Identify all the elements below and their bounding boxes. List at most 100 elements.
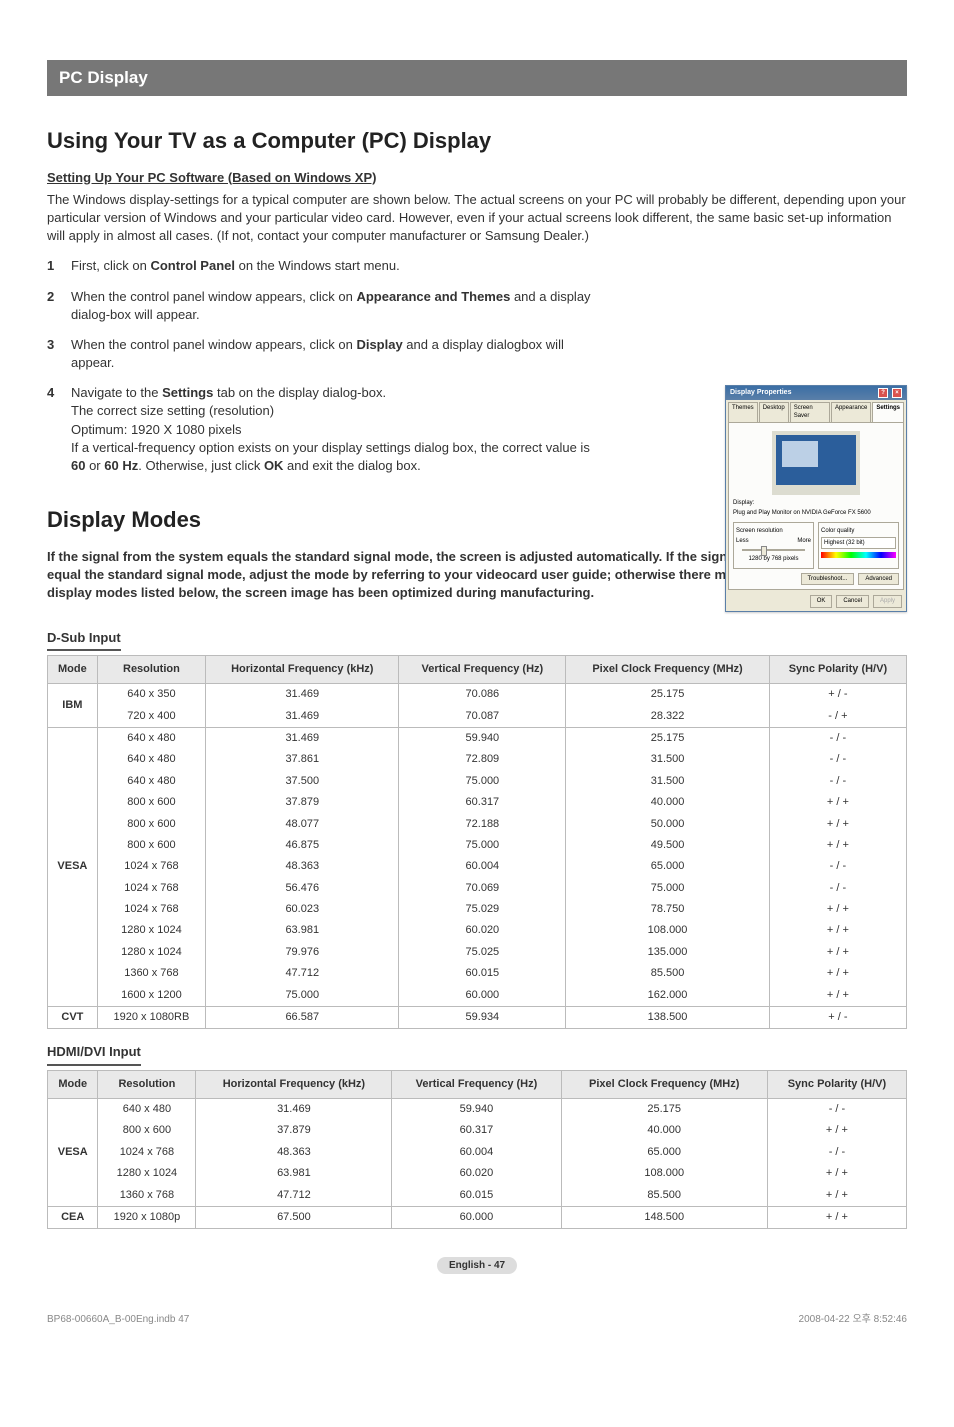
table-row: 800 x 60037.87960.31740.000+ / + (48, 792, 907, 813)
step-number: 3 (47, 336, 71, 372)
step: 4Navigate to the Settings tab on the dis… (47, 384, 607, 475)
cell: 60.317 (399, 792, 566, 813)
table-row: VESA640 x 48031.46959.94025.175- / - (48, 1098, 907, 1120)
cell: 60.004 (392, 1142, 561, 1163)
cell: 25.175 (566, 684, 770, 706)
step-number: 1 (47, 257, 71, 275)
cell: 138.500 (566, 1007, 770, 1029)
troubleshoot-button[interactable]: Troubleshoot... (801, 573, 855, 585)
cell: 65.000 (566, 856, 770, 877)
cell: - / - (769, 856, 906, 877)
cell: 31.469 (196, 1098, 392, 1120)
cell: 640 x 480 (97, 749, 205, 770)
cell: 148.500 (561, 1206, 767, 1228)
cell: 37.500 (206, 771, 399, 792)
cell: 59.934 (399, 1007, 566, 1029)
cell: 48.363 (206, 856, 399, 877)
table-row: 1360 x 76847.71260.01585.500+ / + (48, 1185, 907, 1207)
cell: 31.500 (566, 771, 770, 792)
cell: 66.587 (206, 1007, 399, 1029)
table-row: 720 x 40031.46970.08728.322- / + (48, 706, 907, 728)
cell: 31.500 (566, 749, 770, 770)
col-header: Mode (48, 1070, 98, 1098)
close-icon[interactable]: × (892, 388, 902, 398)
col-header: Resolution (97, 655, 205, 683)
advanced-button[interactable]: Advanced (858, 573, 899, 585)
cell: + / + (769, 963, 906, 984)
slider-more-label: More (797, 537, 811, 545)
apply-button[interactable]: Apply (873, 595, 902, 607)
cell: 48.077 (206, 814, 399, 835)
table-row: CVT1920 x 1080RB66.58759.934138.500+ / - (48, 1007, 907, 1029)
tab-desktop[interactable]: Desktop (759, 402, 789, 422)
color-bar-icon (821, 552, 896, 558)
intro-paragraph: The Windows display-settings for a typic… (47, 191, 907, 246)
cell: + / + (767, 1206, 906, 1228)
cell: 31.469 (206, 706, 399, 728)
cell: 60.317 (392, 1120, 561, 1141)
cell: 59.940 (399, 727, 566, 749)
dialog-title: Display Properties (730, 388, 791, 398)
table-row: 1280 x 102463.98160.020108.000+ / + (48, 1163, 907, 1184)
cell: + / + (769, 814, 906, 835)
mode-cell: CVT (48, 1007, 98, 1029)
cell: 640 x 480 (97, 727, 205, 749)
tab-appearance[interactable]: Appearance (831, 402, 871, 422)
cell: 37.879 (196, 1120, 392, 1141)
cell: 60.004 (399, 856, 566, 877)
cell: 640 x 350 (97, 684, 205, 706)
display-properties-dialog: Display Properties ? × ThemesDesktopScre… (725, 385, 907, 612)
cell: 135.000 (566, 942, 770, 963)
cell: 1360 x 768 (98, 1185, 196, 1207)
cell: 75.000 (399, 771, 566, 792)
cell: 60.020 (399, 920, 566, 941)
cell: 65.000 (561, 1142, 767, 1163)
col-header: Sync Polarity (H/V) (769, 655, 906, 683)
cell: 78.750 (566, 899, 770, 920)
step-number: 4 (47, 384, 71, 475)
cell: 75.000 (206, 985, 399, 1007)
cell: 49.500 (566, 835, 770, 856)
col-header: Resolution (98, 1070, 196, 1098)
col-header: Pixel Clock Frequency (MHz) (566, 655, 770, 683)
table-row: 1024 x 76860.02375.02978.750+ / + (48, 899, 907, 920)
table-row: 1280 x 102479.97675.025135.000+ / + (48, 942, 907, 963)
cell: 1600 x 1200 (97, 985, 205, 1007)
resolution-slider[interactable] (742, 549, 805, 551)
ok-button[interactable]: OK (810, 595, 833, 607)
mode-cell: VESA (48, 727, 98, 1006)
table-row: 1024 x 76856.47670.06975.000- / - (48, 878, 907, 899)
tab-screen-saver[interactable]: Screen Saver (790, 402, 830, 422)
cell: + / + (769, 835, 906, 856)
cell: + / + (767, 1163, 906, 1184)
mode-cell: VESA (48, 1098, 98, 1206)
heading-using-tv: Using Your TV as a Computer (PC) Display (47, 126, 907, 157)
cell: 59.940 (392, 1098, 561, 1120)
cell: 60.000 (392, 1206, 561, 1228)
window-controls[interactable]: ? × (876, 388, 902, 398)
help-icon[interactable]: ? (878, 388, 888, 398)
tab-settings[interactable]: Settings (872, 402, 904, 422)
cell: 47.712 (196, 1185, 392, 1207)
cell: 48.363 (196, 1142, 392, 1163)
tab-themes[interactable]: Themes (728, 402, 758, 422)
col-header: Sync Polarity (H/V) (767, 1070, 906, 1098)
step-number: 2 (47, 288, 71, 324)
step: 1First, click on Control Panel on the Wi… (47, 257, 607, 275)
cell: 31.469 (206, 727, 399, 749)
cell: 60.020 (392, 1163, 561, 1184)
cell: 1920 x 1080RB (97, 1007, 205, 1029)
cancel-button[interactable]: Cancel (836, 595, 869, 607)
color-quality-select[interactable]: Highest (32 bit) (821, 537, 896, 549)
mode-cell: IBM (48, 684, 98, 728)
cell: 40.000 (566, 792, 770, 813)
step: 3When the control panel window appears, … (47, 336, 607, 372)
cell: + / + (767, 1120, 906, 1141)
cell: 75.025 (399, 942, 566, 963)
cell: - / - (769, 727, 906, 749)
cell: 85.500 (566, 963, 770, 984)
mode-cell: CEA (48, 1206, 98, 1228)
col-header: Vertical Frequency (Hz) (392, 1070, 561, 1098)
table-row: 640 x 48037.50075.00031.500- / - (48, 771, 907, 792)
cell: + / + (769, 899, 906, 920)
